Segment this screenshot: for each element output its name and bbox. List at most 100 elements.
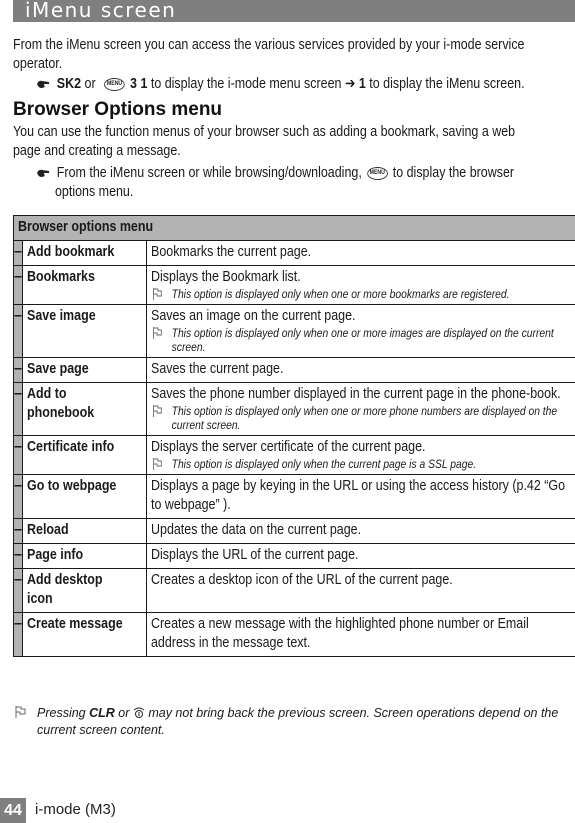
page-number: 44	[0, 798, 26, 823]
option-name: Add bookmark	[22, 240, 148, 266]
option-description: Displays the URL of the current page.	[146, 543, 575, 569]
option-description-text: Displays a page by keying in the URL or …	[151, 478, 566, 513]
footnote-mid: or	[114, 706, 133, 720]
option-name: Page info	[22, 543, 148, 569]
option-name-text: Page info	[27, 547, 84, 563]
step-text-a: From the iMenu screen or while browsing/…	[56, 165, 362, 181]
option-name: Reload	[22, 518, 148, 544]
section-step-line2: options menu.	[55, 183, 146, 202]
option-note-text: This option is displayed only when one o…	[171, 287, 510, 301]
option-name: Save page	[22, 357, 148, 383]
menu-key-icon: MENU	[366, 166, 388, 180]
chapter-title: iMenu screen	[25, 0, 177, 22]
step-text-line2: options menu.	[55, 184, 134, 200]
intro-step: SK2 or MENU 3 1 to display the i-mode men…	[37, 75, 575, 94]
option-name-text: Certificate info	[27, 439, 115, 455]
option-name-text: Create message	[27, 616, 123, 632]
table-row: – Bookmarks Displays the Bookmark list. Thi…	[12, 265, 575, 305]
option-description: Displays the Bookmark list. This option i…	[146, 265, 575, 305]
note-flag-icon	[153, 405, 162, 417]
row-dash: –	[12, 357, 24, 383]
option-description-text: Displays the Bookmark list.	[151, 269, 301, 285]
option-description-text: Saves an image on the current page.	[151, 308, 356, 324]
row-dash: –	[12, 265, 24, 305]
table-header: Browser options menu	[12, 215, 575, 241]
note-flag-icon	[15, 706, 26, 718]
table-row: – Add to phonebook Saves the phone number …	[12, 382, 575, 436]
option-note-text: This option is displayed only when one o…	[171, 404, 558, 432]
table-row: – Save image Saves an image on the current…	[12, 304, 575, 358]
table-row: – Go to webpage Displays a page by keying …	[12, 474, 575, 519]
step-text: to display the i-mode menu screen	[147, 76, 345, 92]
section-text-line1: You can use the function menus of your b…	[13, 124, 516, 140]
option-description: Creates a desktop icon of the URL of the…	[146, 568, 575, 613]
option-description: Displays the server certificate of the c…	[146, 435, 575, 475]
option-name: Create message	[22, 612, 148, 657]
option-note: This option is displayed only when one o…	[151, 287, 575, 301]
option-name: Save image	[22, 304, 148, 358]
option-name-text: Save page	[27, 361, 89, 377]
row-dash: –	[12, 240, 24, 266]
row-dash: –	[12, 518, 24, 544]
option-note: This option is displayed only when the c…	[151, 457, 575, 471]
option-note-text: This option is displayed only when one o…	[171, 326, 554, 354]
pointing-hand-icon	[37, 80, 50, 89]
option-name: Certificate info	[22, 435, 148, 475]
row-dash: –	[12, 435, 24, 475]
option-description-text: Updates the data on the current page.	[151, 522, 362, 538]
table-row: – Save page Saves the current page.	[12, 357, 575, 383]
row-dash: –	[12, 382, 24, 436]
option-name: Go to webpage	[22, 474, 148, 519]
table-row: – Add desktop icon Creates a desktop icon …	[12, 568, 575, 613]
option-description: Displays a page by keying in the URL or …	[146, 474, 575, 519]
option-description-text: Saves the current page.	[151, 361, 284, 377]
table-header-row: Browser options menu	[12, 215, 575, 241]
row-dash: –	[12, 568, 24, 613]
option-note-text: This option is displayed only when the c…	[171, 457, 477, 471]
option-description-text: Displays the server certificate of the c…	[151, 439, 426, 455]
step-tail: to display the iMenu screen.	[365, 76, 525, 92]
option-description-text: Bookmarks the current page.	[151, 244, 312, 260]
row-dash: –	[12, 612, 24, 657]
intro-paragraph: From the iMenu screen you can access the…	[13, 36, 575, 74]
key-sequence: 3 1	[130, 76, 148, 92]
chapter-banner: iMenu screen	[13, 0, 575, 22]
note-flag-icon	[153, 327, 162, 339]
menu-key-icon: MENU	[104, 77, 125, 91]
end-call-key-icon	[133, 707, 145, 718]
arrow-icon: ➔	[344, 76, 356, 92]
table-row: – Page info Displays the URL of the curren…	[12, 543, 575, 569]
option-name-text: Add desktop icon	[27, 572, 103, 607]
table-row: – Create message Creates a new message wit…	[12, 612, 575, 657]
sk2-key: SK2	[56, 76, 82, 92]
section-heading: Browser Options menu	[13, 99, 223, 120]
table-row: – Certificate info Displays the server cer…	[12, 435, 575, 475]
or-text: or	[81, 76, 100, 92]
step-text-b: to display the browser	[392, 165, 515, 181]
option-description: Saves the phone number displayed in the …	[146, 382, 575, 436]
option-description: Bookmarks the current page.	[146, 240, 575, 266]
browser-options-table: Browser options menu – Add bookmark Bookma…	[12, 215, 575, 657]
note-flag-icon	[153, 458, 162, 470]
clr-key: CLR	[89, 706, 115, 720]
option-name-text: Reload	[27, 522, 69, 538]
option-name-text: Add bookmark	[27, 244, 115, 260]
section-paragraph: You can use the function menus of your b…	[13, 123, 575, 161]
note-flag-icon	[153, 288, 162, 300]
option-name: Add desktop icon	[22, 568, 148, 613]
row-dash: –	[12, 304, 24, 358]
option-description-text: Creates a desktop icon of the URL of the…	[151, 572, 453, 588]
pointing-hand-icon	[37, 169, 50, 178]
option-note: This option is displayed only when one o…	[151, 404, 575, 432]
option-description-text: Saves the phone number displayed in the …	[151, 386, 561, 402]
option-description-text: Displays the URL of the current page.	[151, 547, 359, 563]
footnote-note: Pressing CLR or may not bring back the p…	[13, 705, 573, 739]
footnote: Pressing CLR or may not bring back the p…	[13, 705, 573, 739]
option-note: This option is displayed only when one o…	[151, 326, 575, 354]
option-description: Updates the data on the current page.	[146, 518, 575, 544]
table-row: – Reload Updates the data on the current p…	[12, 518, 575, 544]
option-name-text: Save image	[27, 308, 96, 324]
row-dash: –	[12, 474, 24, 519]
table-row: – Add bookmark Bookmarks the current page.	[12, 240, 575, 266]
section-text-line2: page and creating a message.	[13, 143, 181, 159]
